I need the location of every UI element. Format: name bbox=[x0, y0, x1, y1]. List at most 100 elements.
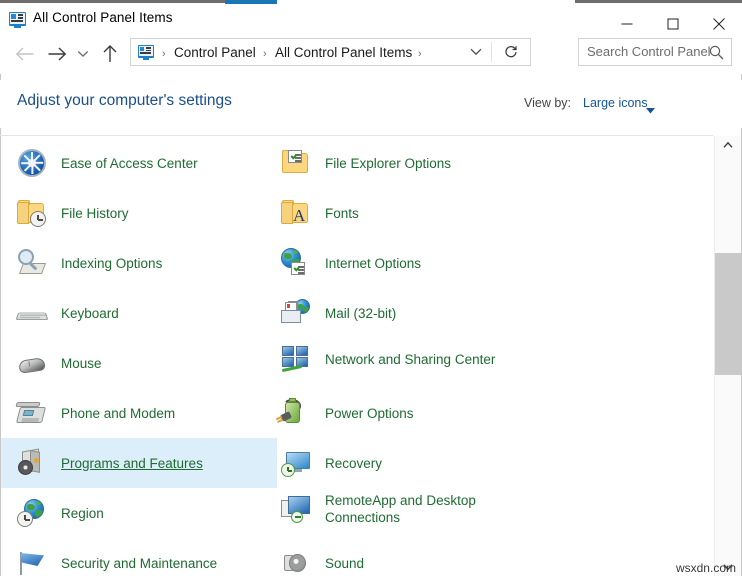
item-mail[interactable]: Mail (32-bit) bbox=[265, 288, 565, 338]
caret-down-icon bbox=[646, 108, 655, 114]
item-keyboard[interactable]: Keyboard bbox=[1, 288, 277, 338]
programs-and-features-icon bbox=[15, 446, 49, 480]
item-label: Network and Sharing Center bbox=[325, 351, 495, 368]
address-dropdown-button[interactable] bbox=[462, 39, 490, 65]
breadcrumb-separator[interactable]: › bbox=[263, 45, 267, 63]
item-file-history[interactable]: File History bbox=[1, 188, 277, 238]
file-explorer-options-icon bbox=[279, 146, 313, 180]
scrollbar-thumb[interactable] bbox=[715, 253, 741, 375]
item-label: Fonts bbox=[325, 205, 359, 222]
item-label: RemoteApp and Desktop Connections bbox=[325, 492, 525, 526]
item-sound[interactable]: Sound bbox=[265, 538, 565, 575]
fonts-icon: A bbox=[279, 196, 313, 230]
close-icon bbox=[713, 18, 725, 30]
item-label: Power Options bbox=[325, 405, 414, 422]
arrow-up-icon bbox=[103, 45, 118, 63]
item-label: Mail (32-bit) bbox=[325, 305, 396, 322]
item-programs-and-features[interactable]: Programs and Features bbox=[1, 438, 277, 488]
item-label: Sound bbox=[325, 555, 364, 572]
arrow-right-icon bbox=[48, 47, 67, 62]
control-panel-icon bbox=[9, 12, 26, 28]
address-divider bbox=[491, 42, 492, 62]
item-label: Ease of Access Center bbox=[61, 155, 198, 172]
search-box[interactable]: Search Control Panel bbox=[578, 38, 732, 66]
chevron-down-icon bbox=[78, 51, 89, 58]
recent-locations-button[interactable] bbox=[72, 38, 94, 70]
item-label: Indexing Options bbox=[61, 255, 162, 272]
phone-and-modem-icon bbox=[15, 396, 49, 430]
item-indexing-options[interactable]: Indexing Options bbox=[1, 238, 277, 288]
power-options-icon bbox=[279, 396, 313, 430]
sound-icon bbox=[279, 546, 313, 575]
search-input[interactable]: Search Control Panel bbox=[587, 44, 711, 59]
up-button[interactable] bbox=[96, 38, 124, 70]
address-bar[interactable]: › Control Panel › All Control Panel Item… bbox=[130, 38, 531, 66]
mail-icon bbox=[279, 296, 313, 330]
refresh-button[interactable] bbox=[494, 39, 528, 65]
chevron-up-icon bbox=[723, 142, 733, 149]
item-label: Keyboard bbox=[61, 305, 119, 322]
item-label: Security and Maintenance bbox=[61, 555, 217, 572]
address-control-panel-icon bbox=[138, 45, 154, 60]
file-history-icon bbox=[15, 196, 49, 230]
forward-button[interactable] bbox=[42, 38, 72, 70]
security-and-maintenance-icon bbox=[15, 546, 49, 575]
item-network-and-sharing-center[interactable]: Network and Sharing Center bbox=[265, 334, 565, 384]
breadcrumb-separator[interactable]: › bbox=[162, 45, 166, 63]
title-bar: All Control Panel Items bbox=[0, 4, 742, 36]
vertical-scrollbar[interactable] bbox=[714, 136, 741, 576]
item-phone-and-modem[interactable]: Phone and Modem bbox=[1, 388, 277, 438]
item-label: Programs and Features bbox=[61, 455, 203, 472]
item-file-explorer-options[interactable]: File Explorer Options bbox=[265, 138, 565, 188]
item-internet-options[interactable]: Internet Options bbox=[265, 238, 565, 288]
item-ease-of-access-center[interactable]: Ease of Access Center bbox=[1, 138, 277, 188]
internet-options-icon bbox=[279, 246, 313, 280]
view-by-value[interactable]: Large icons bbox=[583, 96, 648, 110]
minimize-icon bbox=[622, 18, 633, 29]
arrow-left-icon bbox=[16, 47, 35, 62]
item-recovery[interactable]: Recovery bbox=[265, 438, 565, 488]
back-button[interactable] bbox=[10, 38, 40, 70]
view-by-label: View by: bbox=[524, 96, 571, 110]
close-button[interactable] bbox=[696, 8, 742, 39]
watermark: wsxdn.com bbox=[676, 561, 736, 575]
region-icon bbox=[15, 496, 49, 530]
indexing-options-icon bbox=[15, 246, 49, 280]
mouse-icon bbox=[15, 346, 49, 380]
breadcrumb-all-control-panel-items[interactable]: All Control Panel Items bbox=[275, 44, 412, 62]
breadcrumb-control-panel[interactable]: Control Panel bbox=[174, 44, 256, 62]
ease-of-access-icon bbox=[15, 146, 49, 180]
content-header: Adjust your computer's settings View by:… bbox=[0, 80, 742, 128]
item-remoteapp-and-desktop-connections[interactable]: RemoteApp and Desktop Connections bbox=[265, 484, 565, 534]
refresh-icon bbox=[504, 45, 518, 60]
control-panel-window: All Control Panel Items bbox=[0, 0, 742, 576]
page-title: Adjust your computer's settings bbox=[17, 92, 232, 110]
item-label: File History bbox=[61, 205, 129, 222]
window-title: All Control Panel Items bbox=[33, 10, 173, 25]
item-label: File Explorer Options bbox=[325, 155, 451, 172]
item-label: Recovery bbox=[325, 455, 382, 472]
item-label: Phone and Modem bbox=[61, 405, 175, 422]
search-icon[interactable] bbox=[709, 45, 724, 65]
remoteapp-and-desktop-connections-icon bbox=[279, 492, 313, 526]
item-label: Region bbox=[61, 505, 104, 522]
item-label: Mouse bbox=[61, 355, 102, 372]
control-panel-items-list: Ease of Access Center File History Index… bbox=[1, 136, 713, 575]
view-by-dropdown-button[interactable] bbox=[646, 101, 655, 119]
breadcrumb-separator[interactable]: › bbox=[418, 45, 422, 63]
scroll-up-button[interactable] bbox=[715, 136, 741, 154]
item-label: Internet Options bbox=[325, 255, 421, 272]
item-mouse[interactable]: Mouse bbox=[1, 338, 277, 388]
item-fonts[interactable]: A Fonts bbox=[265, 188, 565, 238]
maximize-button[interactable] bbox=[650, 8, 696, 39]
item-region[interactable]: Region bbox=[1, 488, 277, 538]
item-power-options[interactable]: Power Options bbox=[265, 388, 565, 438]
keyboard-icon bbox=[15, 296, 49, 330]
minimize-button[interactable] bbox=[604, 8, 650, 39]
chevron-down-icon bbox=[470, 48, 482, 56]
item-security-and-maintenance[interactable]: Security and Maintenance bbox=[1, 538, 277, 575]
maximize-icon bbox=[668, 18, 679, 29]
recovery-icon bbox=[279, 446, 313, 480]
network-and-sharing-center-icon bbox=[279, 342, 313, 376]
tabstrip-right-segment bbox=[575, 0, 742, 3]
